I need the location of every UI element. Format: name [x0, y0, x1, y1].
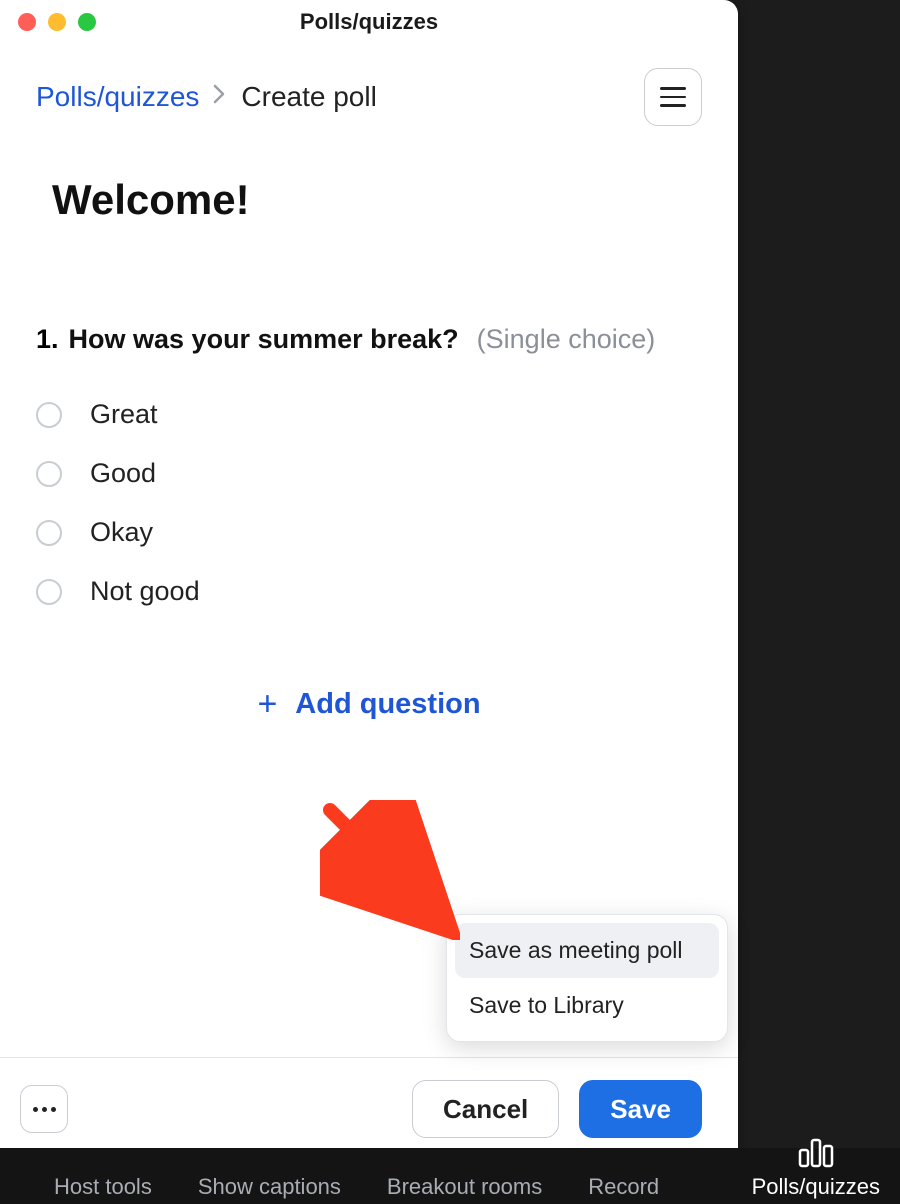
breadcrumb: Polls/quizzes Create poll — [36, 81, 377, 113]
bar-chart-icon — [796, 1136, 836, 1168]
breadcrumb-root[interactable]: Polls/quizzes — [36, 81, 199, 113]
radio-icon — [36, 461, 62, 487]
add-question-button[interactable]: + Add question — [36, 687, 702, 721]
save-popover: Save as meeting poll Save to Library — [446, 914, 728, 1042]
poll-option[interactable]: Okay — [36, 517, 702, 548]
footer-actions: Cancel Save — [412, 1080, 702, 1138]
hamburger-icon — [660, 87, 686, 90]
question-header: 1. How was your summer break? (Single ch… — [36, 324, 702, 355]
poll-option[interactable]: Great — [36, 399, 702, 430]
popover-item-save-library[interactable]: Save to Library — [455, 978, 719, 1033]
save-button[interactable]: Save — [579, 1080, 702, 1138]
window-maximize-button[interactable] — [78, 13, 96, 31]
window-minimize-button[interactable] — [48, 13, 66, 31]
window-close-button[interactable] — [18, 13, 36, 31]
bottombar-item-breakout-rooms[interactable]: Breakout rooms — [387, 1174, 542, 1200]
poll-option[interactable]: Not good — [36, 576, 702, 607]
plus-icon: + — [257, 687, 277, 721]
traffic-lights — [18, 13, 96, 31]
breadcrumb-row: Polls/quizzes Create poll — [0, 44, 738, 126]
bottombar-item-record[interactable]: Record — [588, 1174, 659, 1200]
window-titlebar: Polls/quizzes — [0, 0, 738, 44]
bottombar-item-show-captions[interactable]: Show captions — [198, 1174, 341, 1200]
poll-option-label: Good — [90, 458, 156, 489]
question-text: How was your summer break? — [69, 324, 459, 355]
cancel-button[interactable]: Cancel — [412, 1080, 559, 1138]
poll-option-label: Great — [90, 399, 158, 430]
bottombar-item-label: Polls/quizzes — [752, 1174, 880, 1200]
poll-option[interactable]: Good — [36, 458, 702, 489]
add-question-label: Add question — [295, 688, 480, 721]
more-options-button[interactable] — [20, 1085, 68, 1133]
bottombar-left: Host tools Show captions Breakout rooms … — [54, 1174, 659, 1200]
poll-option-label: Not good — [90, 576, 200, 607]
radio-icon — [36, 579, 62, 605]
radio-icon — [36, 520, 62, 546]
radio-icon — [36, 402, 62, 428]
ellipsis-icon — [33, 1107, 38, 1112]
panel-menu-button[interactable] — [644, 68, 702, 126]
bottombar-item-polls[interactable]: Polls/quizzes — [752, 1136, 880, 1200]
question-type-label: (Single choice) — [477, 324, 656, 355]
question-block: 1. How was your summer break? (Single ch… — [36, 324, 702, 721]
bottombar-item-host-tools[interactable]: Host tools — [54, 1174, 152, 1200]
window-title: Polls/quizzes — [0, 9, 738, 35]
poll-option-label: Okay — [90, 517, 153, 548]
question-options: Great Good Okay Not good — [36, 399, 702, 607]
chevron-right-icon — [213, 84, 227, 110]
popover-item-save-meeting[interactable]: Save as meeting poll — [455, 923, 719, 978]
question-number: 1. — [36, 324, 59, 355]
breadcrumb-current: Create poll — [241, 81, 376, 113]
page-title: Welcome! — [52, 176, 702, 224]
